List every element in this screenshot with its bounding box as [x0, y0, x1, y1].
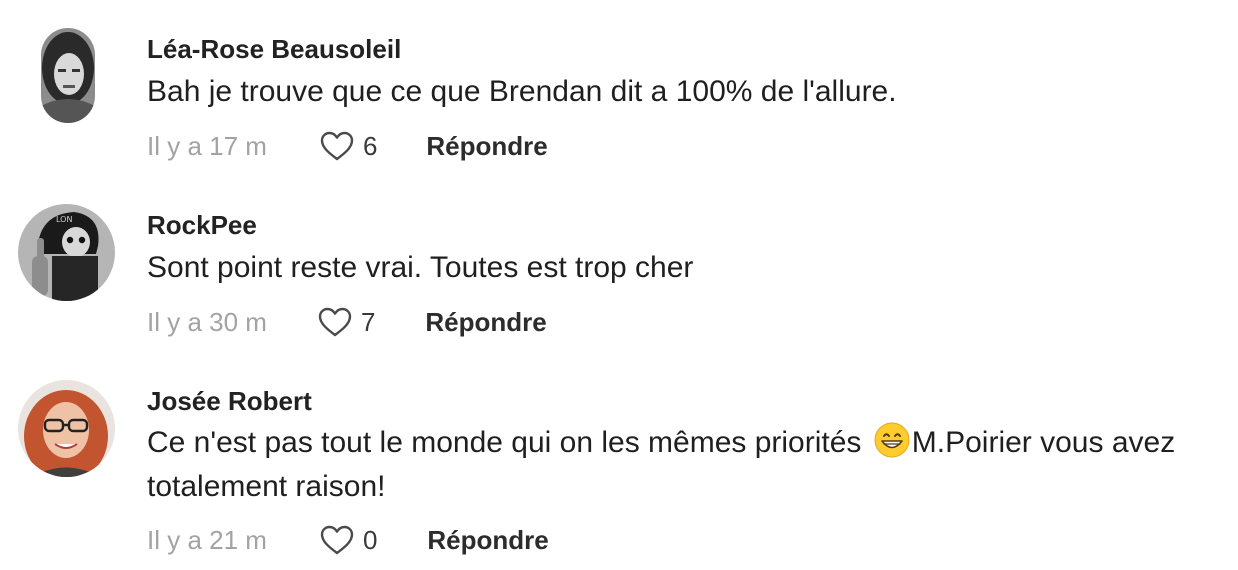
- heart-icon: [320, 525, 354, 555]
- comment-meta: Il y a 17 m 6 Répondre: [147, 126, 548, 166]
- comment-author[interactable]: RockPee: [147, 210, 257, 241]
- comment-text: Bah je trouve que ce que Brendan dit a 1…: [147, 75, 897, 108]
- grinning-face-emoji-icon: [874, 422, 910, 458]
- comment-text: Sont point reste vrai. Toutes est trop c…: [147, 251, 694, 284]
- svg-text:LON: LON: [56, 215, 72, 224]
- avatar[interactable]: [41, 28, 95, 123]
- avatar[interactable]: [18, 380, 115, 477]
- like-count: 0: [362, 524, 378, 555]
- heart-icon: [318, 307, 352, 337]
- reply-button[interactable]: Répondre: [426, 131, 547, 162]
- like-button[interactable]: 0: [319, 524, 377, 556]
- comment-meta: Il y a 30 m 7 Répondre: [147, 302, 547, 342]
- like-button[interactable]: 6: [319, 130, 377, 162]
- avatar[interactable]: LON: [18, 204, 115, 301]
- comment-timestamp: Il y a 21 m: [147, 524, 267, 555]
- heart-icon: [320, 131, 354, 161]
- comment-author[interactable]: Léa-Rose Beausoleil: [147, 34, 401, 65]
- like-count: 6: [362, 130, 378, 161]
- comment-meta: Il y a 21 m 0 Répondre: [147, 520, 549, 560]
- comment-timestamp: Il y a 17 m: [147, 130, 267, 161]
- reply-button[interactable]: Répondre: [427, 525, 548, 556]
- comment-timestamp: Il y a 30 m: [147, 306, 267, 337]
- like-count: 7: [360, 306, 376, 337]
- comment-text-part: Ce n'est pas tout le monde qui on les mê…: [147, 426, 862, 459]
- like-button[interactable]: 7: [317, 306, 375, 338]
- comment-author[interactable]: Josée Robert: [147, 386, 312, 417]
- comment-text: Ce n'est pas tout le monde qui on les mê…: [147, 421, 1227, 509]
- reply-button[interactable]: Répondre: [425, 307, 546, 338]
